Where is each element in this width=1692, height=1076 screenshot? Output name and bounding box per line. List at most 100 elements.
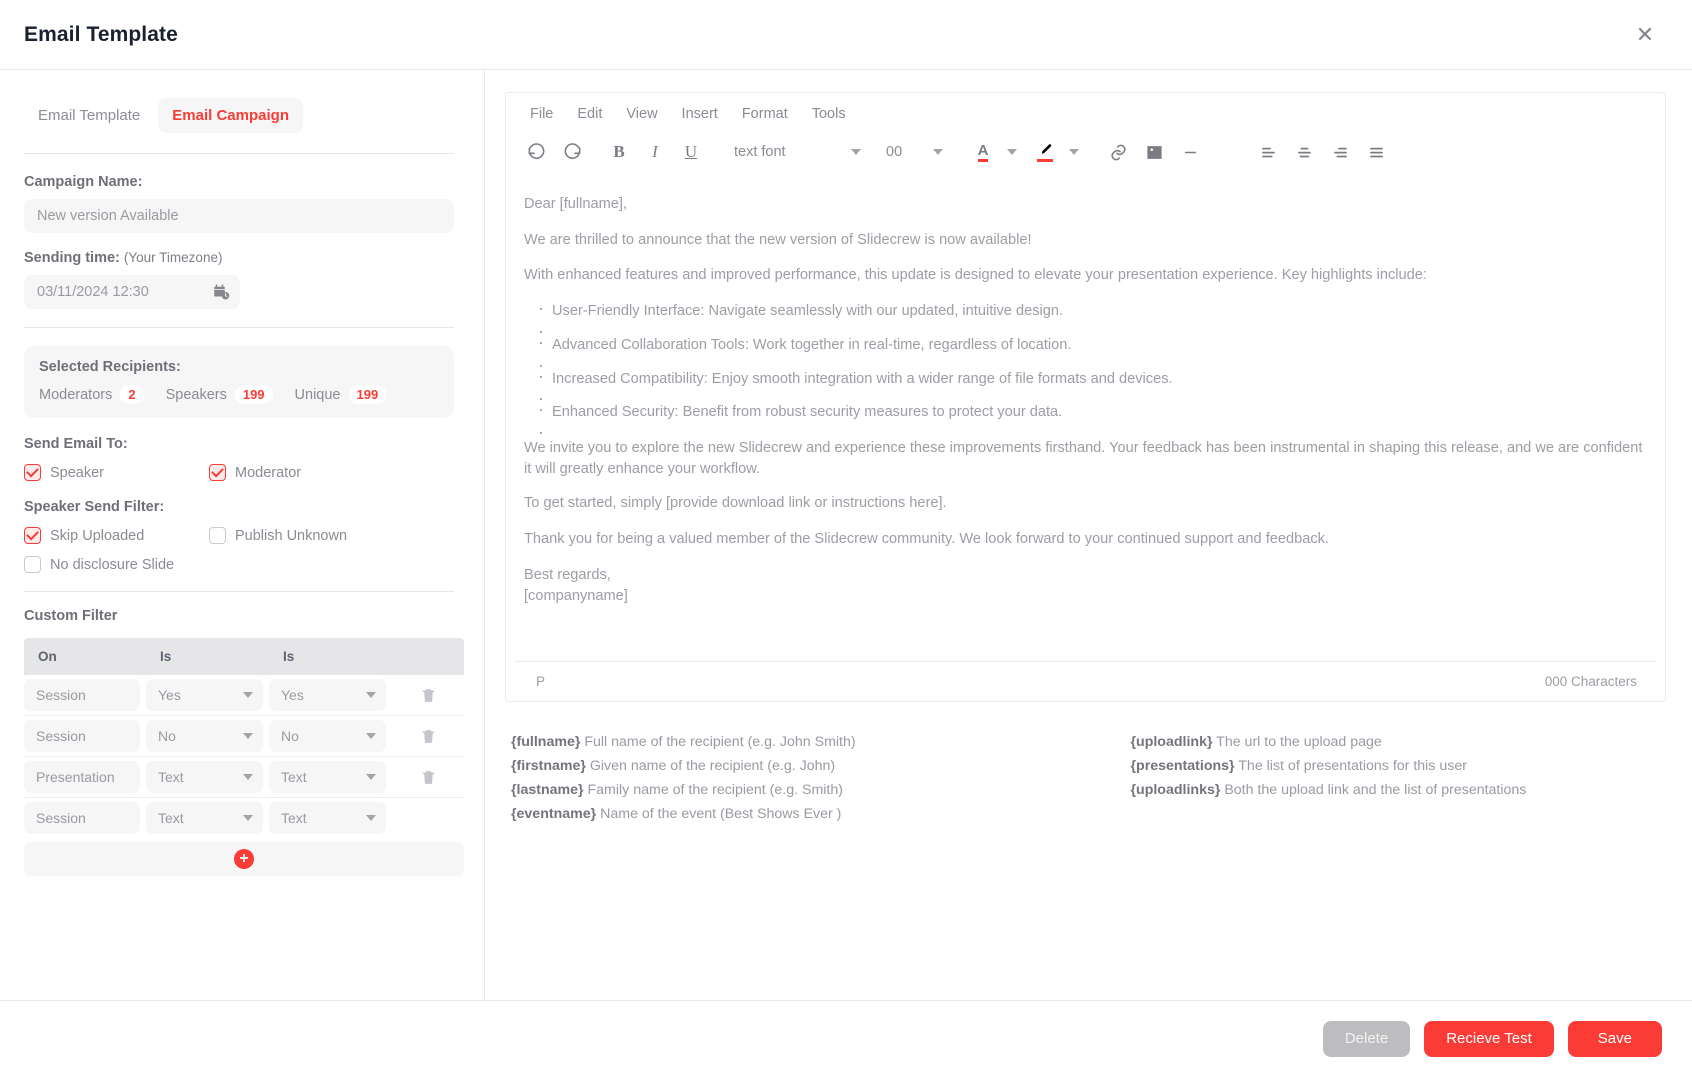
- filter-is1-select[interactable]: Text: [146, 802, 263, 834]
- selected-recipients-label: Selected Recipients:: [39, 359, 181, 375]
- filter-is2-select[interactable]: No: [269, 720, 386, 752]
- chevron-down-icon[interactable]: [243, 692, 253, 698]
- calendar-clock-icon[interactable]: [212, 283, 230, 301]
- filter-is2-value: Text: [281, 769, 307, 785]
- legend-desc: Name of the event (Best Shows Ever ): [596, 806, 842, 823]
- font-family-select[interactable]: text font: [722, 136, 870, 168]
- legend-desc: Both the upload link and the list of pre…: [1220, 782, 1527, 799]
- filter-on-value[interactable]: Session: [24, 720, 140, 752]
- align-left-icon[interactable]: [1252, 136, 1284, 168]
- campaign-name-label: Campaign Name:: [24, 174, 143, 190]
- chevron-down-icon[interactable]: [243, 774, 253, 780]
- undo-icon[interactable]: [520, 136, 552, 168]
- delete-row-button[interactable]: [392, 727, 464, 746]
- checkbox-box[interactable]: [209, 527, 226, 544]
- text-color-icon[interactable]: A: [967, 136, 999, 168]
- bold-button[interactable]: B: [603, 136, 635, 168]
- chevron-down-icon[interactable]: [999, 136, 1025, 168]
- highlight-color-control[interactable]: [1029, 136, 1087, 168]
- checkbox-box[interactable]: [24, 464, 41, 481]
- campaign-name-input[interactable]: [24, 199, 454, 233]
- align-justify-icon[interactable]: [1360, 136, 1392, 168]
- column-header-on: On: [38, 649, 57, 664]
- filter-on-value[interactable]: Presentation: [24, 761, 140, 793]
- chevron-down-icon[interactable]: [366, 774, 376, 780]
- menu-insert[interactable]: Insert: [672, 102, 728, 126]
- menu-view[interactable]: View: [616, 102, 667, 126]
- checkbox-box[interactable]: [24, 556, 41, 573]
- checkbox-moderator[interactable]: Moderator: [209, 464, 394, 481]
- legend-desc: Full name of the recipient (e.g. John Sm…: [580, 734, 856, 750]
- align-right-icon[interactable]: [1324, 136, 1356, 168]
- filter-on-value[interactable]: Session: [24, 802, 140, 834]
- chevron-down-icon[interactable]: [366, 733, 376, 739]
- body-paragraph-2: With enhanced features and improved perf…: [524, 267, 1427, 284]
- checkbox-label: Publish Unknown: [235, 527, 348, 544]
- chevron-down-icon[interactable]: [243, 815, 253, 821]
- plus-circle-icon[interactable]: +: [234, 849, 254, 869]
- checkbox-speaker[interactable]: Speaker: [24, 464, 209, 481]
- filter-is1-select[interactable]: Text: [146, 761, 263, 793]
- delete-button[interactable]: Delete: [1322, 1020, 1411, 1057]
- redo-icon[interactable]: [556, 136, 588, 168]
- checkbox-publish-unknown[interactable]: Publish Unknown: [209, 527, 394, 544]
- email-template-dialog: Email Template ✕ Email Template Email Ca…: [0, 0, 1692, 1076]
- delete-row-button[interactable]: [392, 768, 464, 787]
- filter-is1-select[interactable]: Yes: [146, 679, 263, 711]
- filter-is1-select[interactable]: No: [146, 720, 263, 752]
- legend-token: {firstname}: [511, 758, 586, 775]
- legend-item-uploadlink: {uploadlink} The url to the upload page: [1131, 730, 1661, 754]
- filter-is1-value: Text: [158, 810, 184, 826]
- highlight-pen-icon[interactable]: [1029, 136, 1061, 168]
- element-path[interactable]: P: [536, 674, 545, 689]
- sending-time-input[interactable]: 03/11/2024 12:30: [24, 275, 240, 309]
- list-item: User-Friendly Interface: Navigate seamle…: [538, 296, 1647, 322]
- recipient-unique: Unique 199: [295, 385, 387, 404]
- editor-statusbar: P 000 Characters: [514, 661, 1657, 701]
- save-button[interactable]: Save: [1567, 1020, 1662, 1057]
- menu-edit[interactable]: Edit: [567, 102, 612, 126]
- horizontal-rule-icon[interactable]: [1174, 136, 1206, 168]
- filter-is2-select[interactable]: Text: [269, 802, 386, 834]
- checkbox-skip-uploaded[interactable]: Skip Uploaded: [24, 527, 209, 544]
- italic-button[interactable]: I: [639, 136, 671, 168]
- font-size-select[interactable]: 00: [874, 136, 952, 168]
- tabs-divider: [24, 153, 454, 154]
- checkbox-box[interactable]: [24, 527, 41, 544]
- recieve-test-button[interactable]: Recieve Test: [1424, 1020, 1554, 1057]
- delete-row-button[interactable]: [392, 686, 464, 705]
- chevron-down-icon[interactable]: [366, 692, 376, 698]
- filter-on-value[interactable]: Session: [24, 679, 140, 711]
- chevron-down-icon[interactable]: [851, 149, 861, 155]
- tab-email-template[interactable]: Email Template: [24, 98, 154, 133]
- recipient-count-badge: 199: [348, 385, 387, 404]
- checkbox-label: Moderator: [235, 464, 302, 481]
- speaker-send-filter-options: Skip Uploaded Publish Unknown No disclos…: [24, 527, 454, 585]
- chevron-down-icon[interactable]: [366, 815, 376, 821]
- checkbox-no-disclosure-slide[interactable]: No disclosure Slide: [24, 556, 454, 573]
- recipient-label: Moderators: [39, 386, 113, 403]
- recipient-moderators: Moderators 2: [39, 385, 144, 404]
- chevron-down-icon[interactable]: [933, 149, 943, 155]
- tab-email-campaign[interactable]: Email Campaign: [158, 98, 303, 133]
- filter-is2-select[interactable]: Yes: [269, 679, 386, 711]
- menu-file[interactable]: File: [520, 102, 563, 126]
- chevron-down-icon[interactable]: [1061, 136, 1087, 168]
- chevron-down-icon[interactable]: [243, 733, 253, 739]
- menu-format[interactable]: Format: [732, 102, 798, 126]
- checkbox-box[interactable]: [209, 464, 226, 481]
- body-paragraph-4: To get started, simply [provide download…: [524, 495, 947, 512]
- link-icon[interactable]: [1102, 136, 1134, 168]
- email-body-editor[interactable]: Dear [fullname], We are thrilled to anno…: [506, 178, 1665, 661]
- filter-is2-select[interactable]: Text: [269, 761, 386, 793]
- image-icon[interactable]: [1138, 136, 1170, 168]
- table-row: Presentation Text Text: [24, 757, 464, 798]
- editor-menubar: File Edit View Insert Format Tools: [506, 93, 1665, 132]
- close-icon[interactable]: ✕: [1628, 18, 1662, 52]
- checkbox-label: No disclosure Slide: [50, 556, 175, 573]
- text-color-control[interactable]: A: [967, 136, 1025, 168]
- menu-tools[interactable]: Tools: [802, 102, 856, 126]
- add-filter-row-button[interactable]: +: [24, 842, 464, 876]
- underline-button[interactable]: U: [675, 136, 707, 168]
- align-center-icon[interactable]: [1288, 136, 1320, 168]
